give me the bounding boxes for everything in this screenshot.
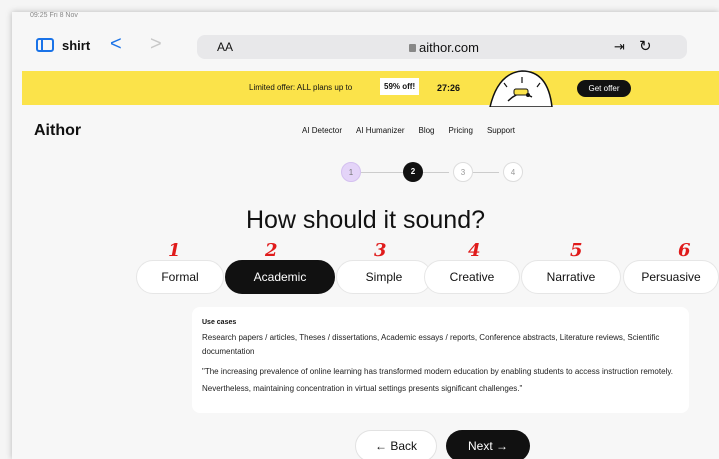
style-persuasive-button[interactable]: Persuasive [623,260,719,294]
promo-timer: 27:26 [437,83,461,93]
stepper-line [473,172,499,173]
clock-illustration-icon [489,70,553,107]
style-formal-button[interactable]: Formal [136,260,224,294]
next-button[interactable]: Next → [446,430,530,459]
stepper-line [361,172,407,173]
address-bar[interactable]: AA aithor.com ⇥ ↻ [197,35,687,59]
nav-ai-humanizer[interactable]: AI Humanizer [356,126,404,135]
promo-banner: Limited offer: ALL plans up to 59% off! … [22,70,719,107]
browser-window: 09:25 Fri 8 Nov shirt < > AA aithor.com … [12,12,719,459]
lock-icon [409,44,416,52]
use-cases-card: Use cases Research papers / articles, Th… [192,307,689,413]
use-cases-text: Research papers / articles, Theses / dis… [202,333,660,356]
annotation-3: 3 [374,240,387,261]
annotation-1: 1 [168,240,181,261]
style-narrative-button[interactable]: Narrative [521,260,621,294]
style-simple-button[interactable]: Simple [336,260,432,294]
nav-ai-detector[interactable]: AI Detector [302,126,342,135]
nav-support[interactable]: Support [487,126,515,135]
nav-blog[interactable]: Blog [418,126,434,135]
nav-pricing[interactable]: Pricing [449,126,473,135]
annotation-4: 4 [468,240,481,261]
url-label: aithor.com [419,40,479,55]
forward-chevron-icon[interactable]: > [150,33,162,56]
status-bar: 09:25 Fri 8 Nov [30,12,78,19]
step-3: 3 [453,162,473,182]
reader-settings-button[interactable]: AA [217,40,233,54]
step-1[interactable]: 1 [341,162,361,182]
extension-icon[interactable]: ⇥ [614,39,625,55]
annotation-2: 2 [265,240,278,261]
stepper-line [423,172,449,173]
promo-text: Limited offer: ALL plans up to [249,83,353,92]
reload-icon[interactable]: ↻ [639,37,652,55]
annotation-6: 6 [678,240,691,261]
tabs-icon[interactable] [36,38,54,52]
url-text[interactable]: aithor.com [409,40,479,55]
style-academic-button[interactable]: Academic [225,260,335,294]
back-chevron-icon[interactable]: < [110,33,122,56]
style-creative-button[interactable]: Creative [424,260,520,294]
promo-discount-badge: 59% off! [380,78,420,95]
progress-stepper: 1 2 3 4 [341,159,531,185]
back-button[interactable]: ← Back [355,430,437,459]
step-4: 4 [503,162,523,182]
site-nav: AI Detector AI Humanizer Blog Pricing Su… [302,126,515,135]
use-cases-title: Use cases [202,319,237,326]
example-quote: "The increasing prevalence of online lea… [202,367,673,393]
site-logo[interactable]: Aithor [34,122,81,140]
step-2: 2 [403,162,423,182]
page-title: How should it sound? [245,206,486,234]
tab-group-label[interactable]: shirt [62,38,90,53]
browser-toolbar: shirt < > AA aithor.com ⇥ ↻ [12,32,719,62]
annotation-5: 5 [570,240,583,261]
get-offer-button[interactable]: Get offer [577,80,631,97]
